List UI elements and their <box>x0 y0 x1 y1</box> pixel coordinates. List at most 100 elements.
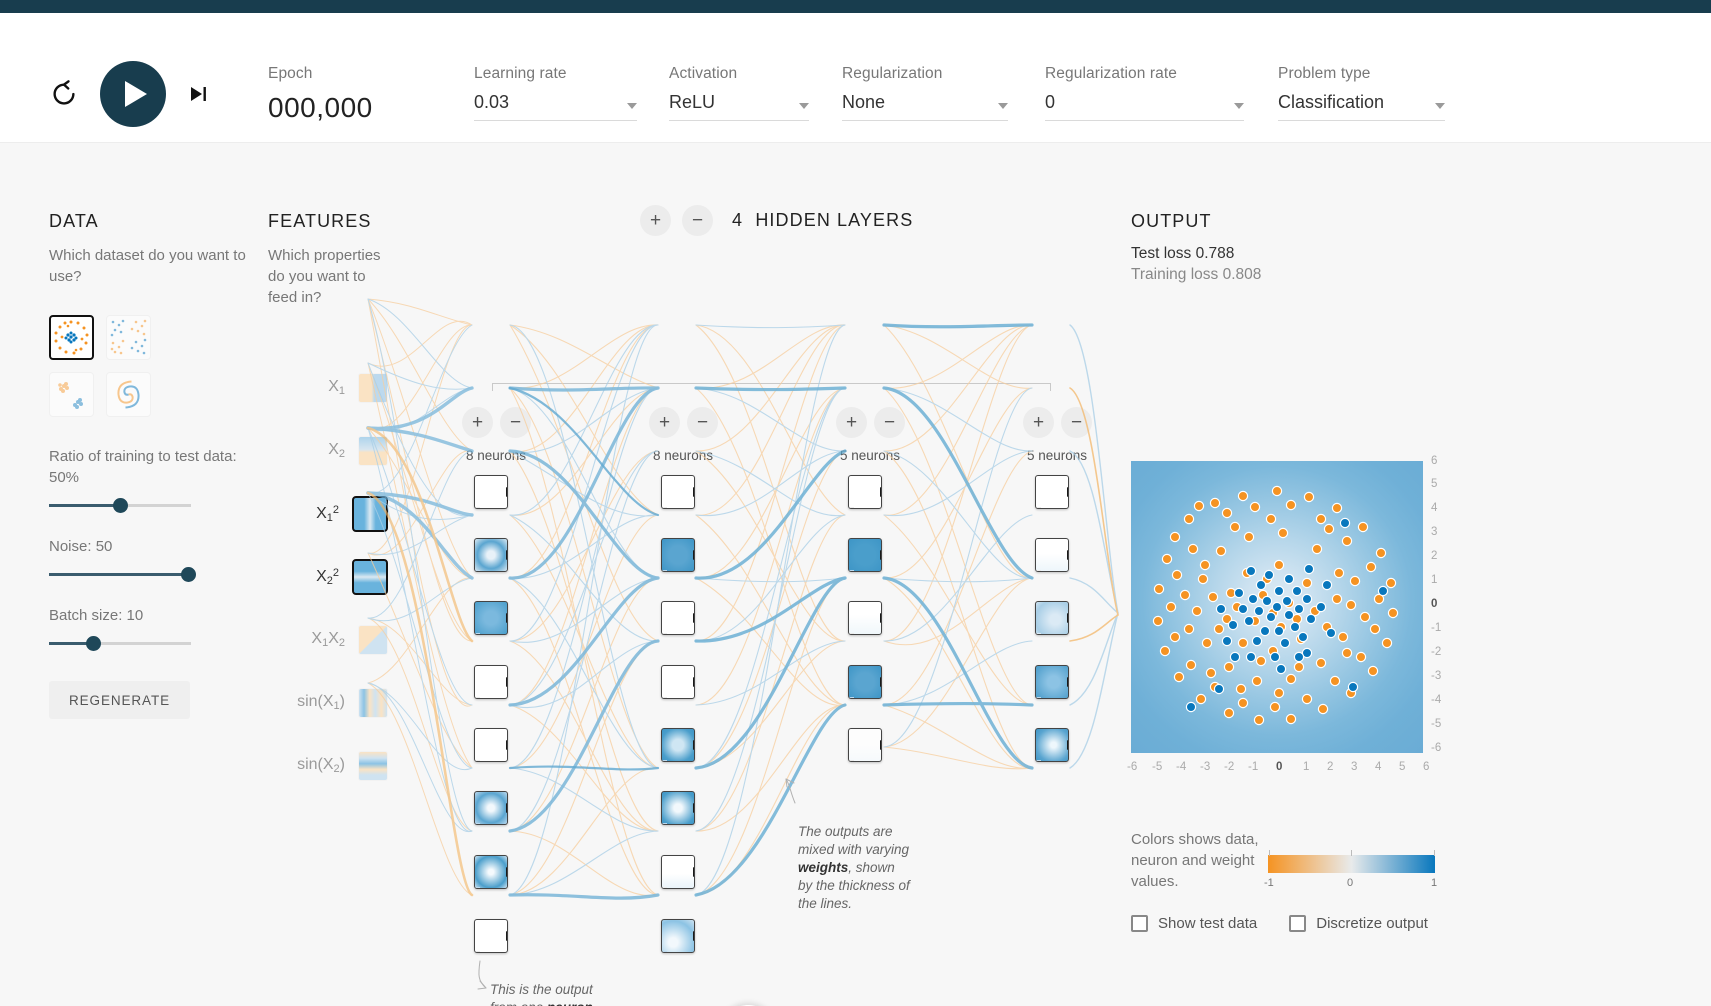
neuron-l3-n1[interactable] <box>848 475 882 509</box>
checkbox-icon[interactable] <box>1131 915 1148 932</box>
data-panel: DATA Which dataset do you want to use? R… <box>49 211 249 719</box>
neuron-output-nub <box>1067 613 1068 623</box>
neuron-l1-n1[interactable] <box>474 475 508 509</box>
play-icon[interactable] <box>100 61 166 127</box>
colorbar-tick-mid <box>1351 850 1352 856</box>
feature-thumb-sin-x2[interactable] <box>358 750 388 781</box>
test-loss-label: Test loss <box>1131 245 1192 262</box>
add-neuron-layer-4-button[interactable]: + <box>1023 407 1054 438</box>
neuron-output-nub <box>693 550 694 560</box>
x-tick-5: 5 <box>1399 761 1406 773</box>
neuron-output-nub <box>693 931 694 941</box>
y-tick-4: 4 <box>1431 502 1438 514</box>
y-tick-n5: -5 <box>1431 718 1442 730</box>
neuron-l3-n5[interactable] <box>848 728 882 762</box>
batch-slider-knob[interactable] <box>85 636 101 651</box>
feature-label-x1x2: X1X2 <box>311 630 345 649</box>
remove-neuron-layer-2-button[interactable]: − <box>687 407 718 438</box>
layer-2-controls: + − <box>649 407 718 438</box>
neuron-l1-n3[interactable] <box>474 601 508 635</box>
neuron-l2-n6[interactable] <box>661 791 695 825</box>
regularization-select[interactable]: None <box>842 92 1008 121</box>
neuron-bias-indicator <box>849 760 854 761</box>
add-layer-button[interactable]: + <box>640 205 671 236</box>
neuron-l1-n8[interactable] <box>474 919 508 953</box>
add-neuron-layer-2-button[interactable]: + <box>649 407 680 438</box>
remove-neuron-layer-4-button[interactable]: − <box>1061 407 1092 438</box>
noise-slider[interactable] <box>49 567 196 582</box>
dataset-circle[interactable] <box>49 315 94 360</box>
output-heatmap[interactable] <box>1131 461 1423 753</box>
epoch-label: Epoch <box>268 65 313 82</box>
neuron-l2-n7[interactable] <box>661 855 695 889</box>
neuron-output-nub <box>506 550 507 560</box>
batch-value: 10 <box>126 607 144 624</box>
y-tick-1: 1 <box>1431 574 1438 586</box>
add-neuron-layer-3-button[interactable]: + <box>836 407 867 438</box>
neuron-bias-indicator <box>662 507 667 508</box>
regularization-label: Regularization <box>842 65 943 82</box>
header-toolbar: Epoch 000,000 Learning rate 0.03 Activat… <box>0 13 1711 143</box>
neuron-l2-n5[interactable] <box>661 728 695 762</box>
neuron-output-nub <box>880 550 881 560</box>
neuron-l1-n6[interactable] <box>474 791 508 825</box>
neuron-l4-n5[interactable] <box>1035 728 1069 762</box>
neuron-bias-indicator <box>662 760 667 761</box>
neuron-l4-n4[interactable] <box>1035 665 1069 699</box>
ratio-value: 50% <box>49 469 80 486</box>
neuron-l3-n2[interactable] <box>848 538 882 572</box>
circle-dataset-icon <box>54 320 89 355</box>
neuron-l2-n8[interactable] <box>661 919 695 953</box>
regenerate-button[interactable]: REGENERATE <box>49 681 190 719</box>
neuron-l4-n3[interactable] <box>1035 601 1069 635</box>
neuron-l4-n2[interactable] <box>1035 538 1069 572</box>
feature-row-sin-x2: sin(X2) <box>268 734 388 797</box>
dataset-exclusive-or[interactable] <box>106 315 151 360</box>
show-test-data-checkbox[interactable]: Show test data <box>1131 915 1257 932</box>
neuron-l1-n4[interactable] <box>474 665 508 699</box>
feature-thumb-sin-x1[interactable] <box>358 687 388 718</box>
reset-icon[interactable] <box>46 76 82 112</box>
checkbox-icon[interactable] <box>1289 915 1307 932</box>
feature-thumb-x1-squared[interactable] <box>352 495 388 532</box>
x-tick-n2: -2 <box>1224 761 1235 773</box>
feature-thumb-x1x2[interactable] <box>358 624 388 655</box>
neuron-l2-n3[interactable] <box>661 601 695 635</box>
neuron-output-nub <box>506 867 507 877</box>
hidden-layers-count-label: 4 HIDDEN LAYERS <box>732 210 913 231</box>
learning-rate-select[interactable]: 0.03 <box>474 92 637 121</box>
neuron-l1-n7[interactable] <box>474 855 508 889</box>
noise-slider-block: Noise: 50 <box>49 536 249 582</box>
colorbar-mid-label: 0 <box>1347 877 1354 889</box>
neuron-l1-n2[interactable] <box>474 538 508 572</box>
neuron-l2-n4[interactable] <box>661 665 695 699</box>
regularization-rate-select[interactable]: 0 <box>1045 92 1244 121</box>
neuron-l3-n4[interactable] <box>848 665 882 699</box>
neuron-output-nub <box>693 740 694 750</box>
add-neuron-layer-1-button[interactable]: + <box>462 407 493 438</box>
layer-3-neuron-count: 5 neurons <box>839 448 901 463</box>
feature-thumb-x2-squared[interactable] <box>352 558 388 595</box>
remove-layer-button[interactable]: − <box>682 205 713 236</box>
neuron-output-nub <box>1067 550 1068 560</box>
noise-slider-knob[interactable] <box>180 567 196 582</box>
neuron-bias-indicator <box>662 697 667 698</box>
remove-neuron-layer-3-button[interactable]: − <box>874 407 905 438</box>
neuron-output-nub <box>506 613 507 623</box>
step-forward-icon[interactable] <box>184 80 212 108</box>
neuron-l3-n3[interactable] <box>848 601 882 635</box>
neuron-l4-n1[interactable] <box>1035 475 1069 509</box>
remove-neuron-layer-1-button[interactable]: − <box>500 407 531 438</box>
neuron-l1-n5[interactable] <box>474 728 508 762</box>
problem-type-select[interactable]: Classification <box>1278 92 1445 121</box>
ratio-slider-knob[interactable] <box>112 498 128 513</box>
batch-slider[interactable] <box>49 636 191 651</box>
feature-thumb-x1[interactable] <box>358 372 388 403</box>
ratio-slider[interactable] <box>49 498 191 513</box>
feature-label-sin-x2: sin(X2) <box>297 756 345 775</box>
neuron-l2-n2[interactable] <box>661 538 695 572</box>
discretize-output-label: Discretize output <box>1316 915 1428 932</box>
discretize-output-checkbox[interactable]: Discretize output <box>1289 915 1428 932</box>
neuron-l2-n1[interactable] <box>661 475 695 509</box>
activation-select[interactable]: ReLU <box>669 92 809 121</box>
